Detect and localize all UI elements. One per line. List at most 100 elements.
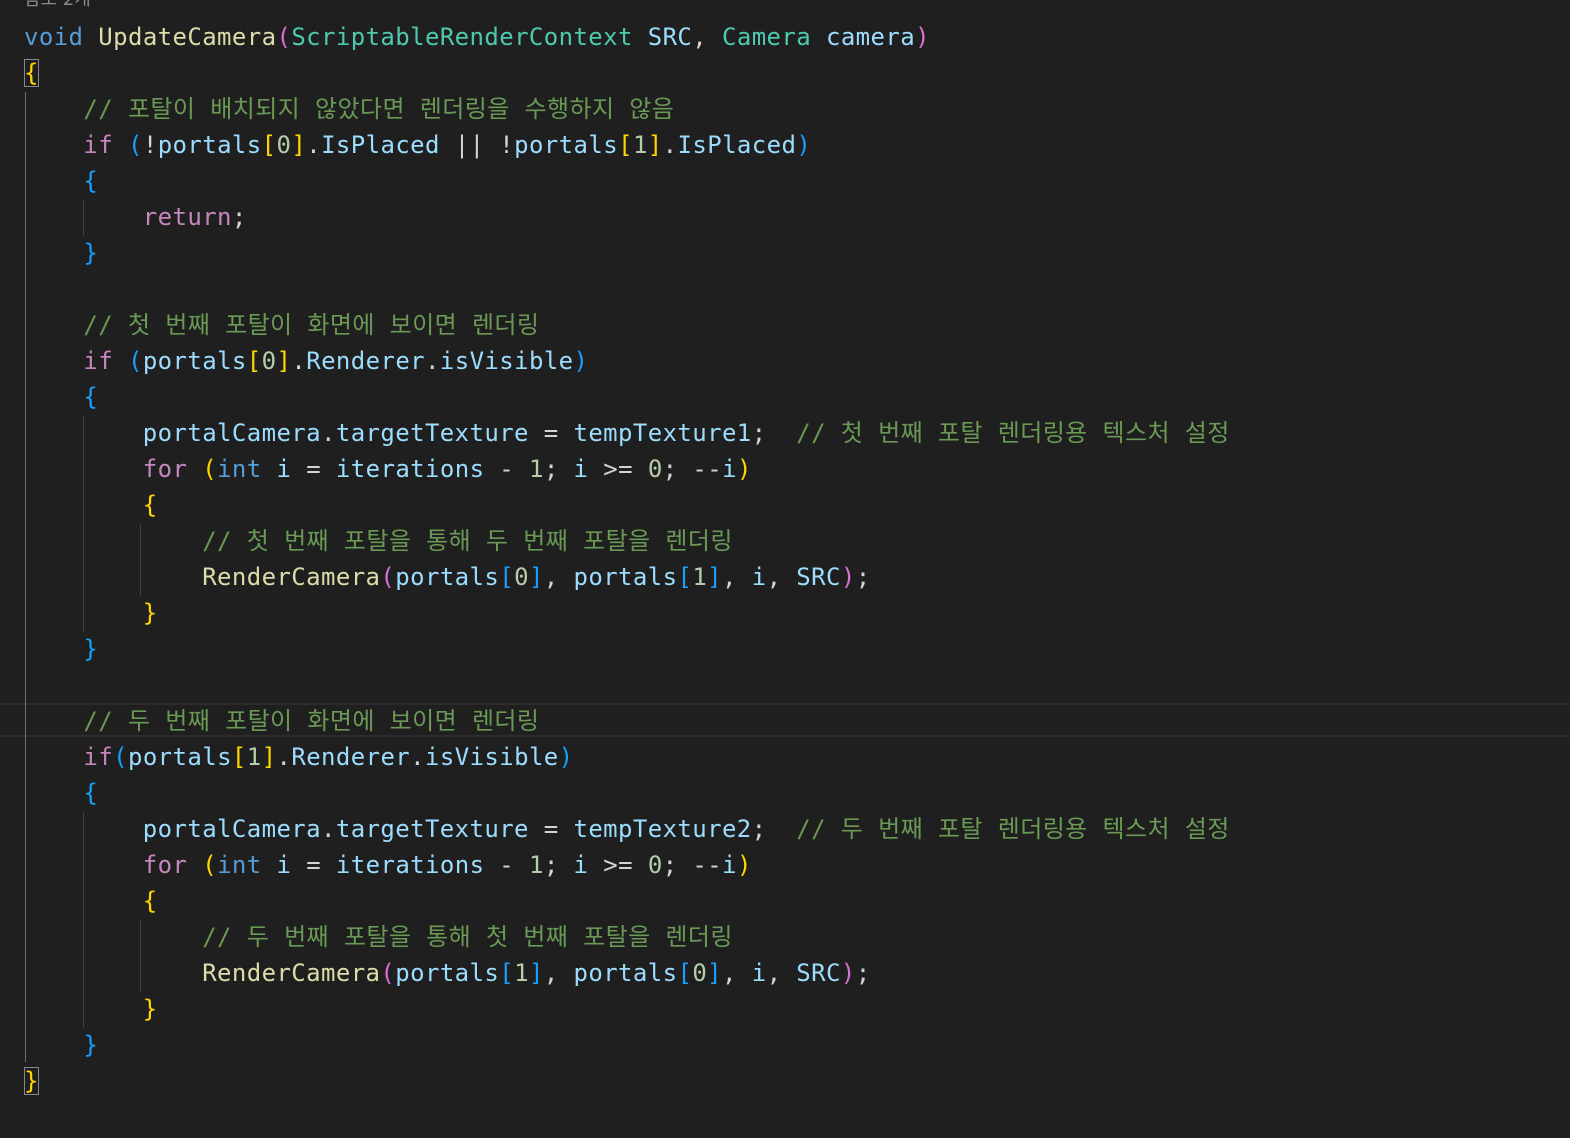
code-token: camera [825, 23, 916, 51]
code-line[interactable]: portalCamera.targetTexture = tempTexture… [24, 415, 1230, 451]
code-token: 1 [528, 455, 544, 483]
code-token: portals [142, 347, 247, 375]
code-token: // 첫 번째 포탈이 화면에 보이면 렌더링 [24, 311, 540, 339]
code-token: [ [231, 743, 247, 771]
code-token: 0 [514, 563, 529, 591]
code-token: i [573, 455, 589, 483]
code-token: if [83, 347, 114, 375]
code-token: ) [736, 455, 752, 483]
code-line[interactable]: for (int i = iterations - 1; i >= 0; --i… [24, 847, 752, 883]
code-token: ; [543, 851, 574, 879]
code-line[interactable]: { [24, 487, 158, 523]
code-token: portals [395, 563, 500, 591]
code-line[interactable]: // 두 번째 포탈을 통해 첫 번째 포탈을 렌더링 [24, 919, 733, 955]
code-line[interactable]: return; [24, 199, 247, 235]
code-token: ) [573, 347, 589, 375]
code-token: . [662, 131, 678, 159]
code-token: ! [142, 131, 158, 159]
code-line[interactable]: { [24, 883, 158, 919]
code-token: ScriptableRenderContext [291, 23, 633, 51]
code-token: // 두 번째 포탈이 화면에 보이면 렌더링 [24, 707, 540, 735]
code-token: i [573, 851, 589, 879]
code-line[interactable]: } [24, 1063, 39, 1099]
code-token: portals [157, 131, 262, 159]
code-line[interactable]: } [24, 991, 158, 1027]
code-token: ( [380, 563, 396, 591]
code-token: SRC [796, 563, 841, 591]
code-token: = [528, 815, 574, 843]
code-line[interactable]: portalCamera.targetTexture = tempTexture… [24, 811, 1230, 847]
code-token: , [766, 959, 797, 987]
code-line[interactable]: } [24, 1027, 98, 1063]
code-token: = [528, 419, 574, 447]
code-line[interactable]: if (!portals[0].IsPlaced || !portals[1].… [24, 127, 811, 163]
code-token: >= [588, 455, 648, 483]
code-line[interactable]: // 포탈이 배치되지 않았다면 렌더링을 수행하지 않음 [24, 91, 674, 127]
code-token: // 첫 번째 포탈을 통해 두 번째 포탈을 렌더링 [24, 527, 733, 555]
code-token: ; [231, 203, 247, 231]
code-token: ) [840, 563, 856, 591]
code-token: ( [113, 743, 128, 771]
code-token: UpdateCamera [98, 23, 277, 51]
code-token: ] [647, 131, 663, 159]
code-line[interactable]: // 두 번째 포탈이 화면에 보이면 렌더링 [24, 703, 539, 739]
code-line[interactable]: { [24, 163, 98, 199]
code-line[interactable]: { [24, 55, 39, 91]
code-line[interactable]: } [24, 235, 98, 271]
code-token: return [142, 203, 232, 231]
code-line[interactable]: } [24, 631, 98, 667]
code-line[interactable]: if (portals[0].Renderer.isVisible) [24, 343, 588, 379]
code-token: , [692, 23, 722, 51]
code-token: - [484, 851, 529, 879]
code-line[interactable]: // 첫 번째 포탈이 화면에 보이면 렌더링 [24, 307, 539, 343]
code-token: int [217, 455, 262, 483]
code-token: , [722, 563, 752, 591]
code-line[interactable]: { [24, 775, 98, 811]
code-token: i [276, 455, 292, 483]
code-token: [ [499, 563, 515, 591]
code-token: isVisible [425, 743, 559, 771]
code-token: ] [276, 347, 292, 375]
code-token: portals [514, 131, 619, 159]
code-token: ; [751, 815, 797, 843]
codelens-references[interactable]: 참조 2개 [24, 0, 91, 12]
code-line[interactable]: for (int i = iterations - 1; i >= 0; --i… [24, 451, 752, 487]
code-token: , [543, 959, 574, 987]
code-line[interactable]: { [24, 379, 98, 415]
code-token: IsPlaced [677, 131, 797, 159]
code-token: 1 [632, 131, 648, 159]
code-token: Renderer [291, 743, 411, 771]
code-line[interactable]: RenderCamera(portals[1], portals[0], i, … [24, 955, 871, 991]
code-line[interactable]: } [24, 595, 158, 631]
code-line[interactable]: if(portals[1].Renderer.isVisible) [24, 739, 574, 775]
code-line[interactable]: // 첫 번째 포탈을 통해 두 번째 포탈을 렌더링 [24, 523, 733, 559]
code-token: 0 [261, 347, 277, 375]
code-token: ] [261, 743, 277, 771]
code-token: 1 [246, 743, 262, 771]
code-token: { [142, 491, 158, 519]
code-token: portalCamera [142, 815, 321, 843]
code-token: ( [276, 23, 292, 51]
code-token: ; [855, 959, 871, 987]
code-token: for [142, 455, 188, 483]
code-editor[interactable]: 참조 2개 void UpdateCamera(ScriptableRender… [0, 0, 1570, 1138]
code-token: . [321, 419, 336, 447]
code-line[interactable]: RenderCamera(portals[0], portals[1], i, … [24, 559, 871, 595]
code-line[interactable]: void UpdateCamera(ScriptableRenderContex… [24, 19, 930, 55]
code-token: [ [677, 959, 693, 987]
code-token: . [276, 743, 292, 771]
